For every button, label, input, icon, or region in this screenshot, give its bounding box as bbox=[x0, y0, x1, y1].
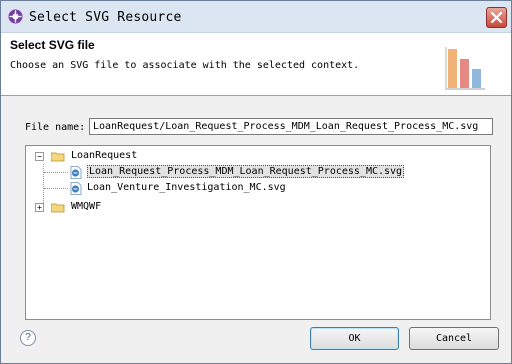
app-icon bbox=[8, 9, 23, 24]
title-bar[interactable]: Select SVG Resource bbox=[1, 1, 511, 33]
svg-file-icon bbox=[70, 182, 82, 195]
cancel-button[interactable]: Cancel bbox=[409, 327, 499, 350]
close-button[interactable] bbox=[486, 7, 507, 28]
help-button[interactable]: ? bbox=[20, 330, 36, 346]
window-title: Select SVG Resource bbox=[29, 10, 182, 25]
bar-chart-icon bbox=[445, 47, 485, 90]
tree-item-label: WMQWF bbox=[71, 201, 102, 212]
folder-icon bbox=[51, 152, 65, 162]
help-icon: ? bbox=[25, 332, 31, 343]
resource-tree[interactable]: − LoanRequest Loan_Request_Process_MDM_L… bbox=[25, 145, 491, 320]
file-name-label: File name: bbox=[25, 122, 86, 133]
dialog-window: Select SVG Resource Select SVG file Choo… bbox=[0, 0, 512, 364]
tree-item-loan-venture-svg[interactable]: Loan_Venture_Investigation_MC.svg bbox=[26, 181, 486, 197]
expand-icon[interactable]: + bbox=[35, 203, 44, 212]
ok-button[interactable]: OK bbox=[310, 327, 399, 350]
tree-item-label: Loan_Request_Process_MDM_Loan_Request_Pr… bbox=[87, 165, 405, 178]
tree-item-loanrequest[interactable]: − LoanRequest bbox=[26, 149, 486, 165]
svg-file-icon bbox=[70, 166, 82, 179]
tree-item-label: Loan_Venture_Investigation_MC.svg bbox=[87, 182, 286, 193]
header-banner: Select SVG file Choose an SVG file to as… bbox=[1, 33, 511, 96]
tree-item-label: LoanRequest bbox=[71, 150, 138, 161]
collapse-icon[interactable]: − bbox=[35, 152, 44, 161]
file-name-field[interactable]: LoanRequest/Loan_Request_Process_MDM_Loa… bbox=[89, 118, 493, 135]
tree-item-wmqwf[interactable]: + WMQWF bbox=[26, 200, 486, 216]
tree-item-loan-request-svg[interactable]: Loan_Request_Process_MDM_Loan_Request_Pr… bbox=[26, 165, 486, 181]
folder-icon bbox=[51, 203, 65, 213]
banner-title: Select SVG file bbox=[10, 38, 95, 52]
banner-description: Choose an SVG file to associate with the… bbox=[10, 60, 360, 71]
close-icon bbox=[490, 11, 503, 24]
